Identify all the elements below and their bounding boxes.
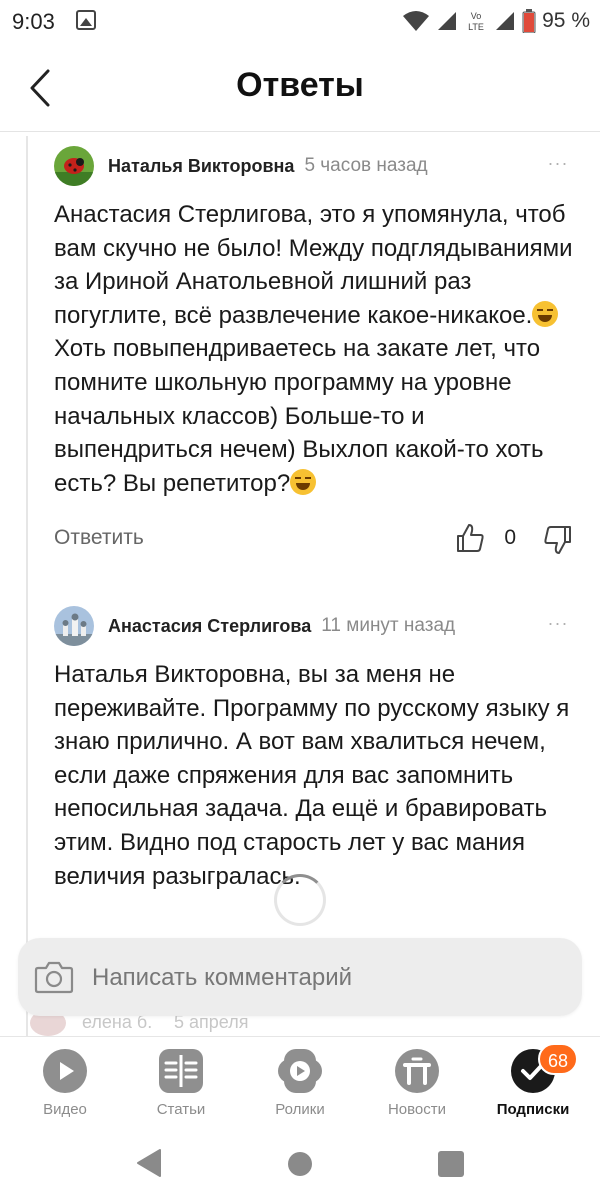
comment: Анастасия Стерлигова 11 минут назад ··· …	[54, 604, 574, 893]
tab-label: Подписки	[496, 1101, 570, 1118]
loading-spinner	[274, 874, 326, 926]
volte-label: Vo	[471, 11, 482, 21]
comment-time: 11 минут назад	[321, 615, 456, 636]
comment-input-placeholder: Написать комментарий	[92, 964, 353, 991]
comment-header: Наталья Викторовна 5 часов назад ···	[54, 144, 574, 188]
more-options-button[interactable]: ···	[542, 154, 574, 174]
battery-percent: 95 %	[542, 9, 590, 32]
tab-subscriptions[interactable]: 68 Подписки	[478, 1043, 588, 1125]
signal-icon-2	[496, 12, 515, 30]
comment-actions: Ответить 0	[54, 518, 574, 562]
tab-label: Видео	[43, 1101, 87, 1118]
comment-text: Анастасия Стерлигова, это я упомянула, ч…	[54, 198, 574, 500]
status-time: 9:03	[12, 9, 55, 34]
tab-label: Новости	[387, 1101, 447, 1118]
comment: Наталья Викторовна 5 часов назад ··· Ана…	[54, 144, 574, 562]
status-bar: 9:03 Vo LTE 95 %	[0, 0, 600, 44]
comment-time: 5 часов назад	[304, 155, 428, 176]
like-count: 0	[504, 526, 516, 550]
articles-icon	[159, 1049, 203, 1093]
status-right-group: Vo LTE 95 %	[402, 8, 590, 34]
laughing-emoji-icon	[532, 300, 559, 327]
clips-icon	[278, 1049, 322, 1093]
notification-badge: 68	[538, 1043, 578, 1075]
comment-header: Анастасия Стерлигова 11 минут назад ···	[54, 604, 574, 648]
tab-clips[interactable]: Ролики	[245, 1043, 355, 1125]
page-title: Ответы	[236, 66, 364, 104]
tab-articles[interactable]: Статьи	[126, 1043, 236, 1125]
lte-icon: Vo LTE	[468, 11, 484, 32]
news-icon	[395, 1049, 439, 1093]
nav-recents-icon[interactable]	[438, 1151, 464, 1177]
avatar[interactable]	[54, 606, 94, 646]
thumbs-down-icon	[544, 526, 571, 555]
thread-line	[26, 136, 28, 1036]
tab-label: Ролики	[275, 1101, 325, 1118]
header: Ответы	[0, 44, 600, 132]
dislike-button[interactable]	[542, 524, 574, 556]
signal-icon	[438, 12, 457, 30]
lte-label: LTE	[468, 22, 484, 32]
tab-news[interactable]: Новости	[362, 1043, 472, 1125]
wifi-icon	[403, 11, 430, 31]
ladybug-avatar-image	[54, 146, 94, 186]
comment-input[interactable]: Написать комментарий	[18, 938, 582, 1016]
bottom-tab-bar: Видео Статьи Ролики Новости 68 Подписки	[0, 1036, 600, 1126]
comment-author[interactable]: Наталья Викторовна	[108, 156, 294, 177]
nav-back-icon[interactable]	[136, 1148, 162, 1178]
tab-video[interactable]: Видео	[10, 1043, 120, 1125]
comment-author[interactable]: Анастасия Стерлигова	[108, 616, 311, 637]
battery-icon	[522, 9, 536, 33]
comment-text-part: Анастасия Стерлигова, это я упомянула, ч…	[54, 201, 573, 329]
grinning-squint-emoji-icon	[290, 468, 317, 495]
more-options-button[interactable]: ···	[542, 614, 574, 634]
reply-button[interactable]: Ответить	[54, 526, 144, 550]
thumbs-up-icon	[457, 524, 484, 553]
nav-home-icon[interactable]	[288, 1152, 312, 1176]
comment-text: Наталья Викторовна, вы за меня не пережи…	[54, 661, 570, 890]
gallery-notification-icon	[76, 10, 96, 30]
church-avatar-image	[54, 606, 94, 646]
avatar[interactable]	[54, 146, 94, 186]
tab-label: Статьи	[156, 1101, 206, 1118]
video-icon	[43, 1049, 87, 1093]
camera-icon[interactable]	[34, 958, 74, 996]
like-button[interactable]	[454, 522, 486, 554]
system-nav-bar	[0, 1128, 600, 1200]
